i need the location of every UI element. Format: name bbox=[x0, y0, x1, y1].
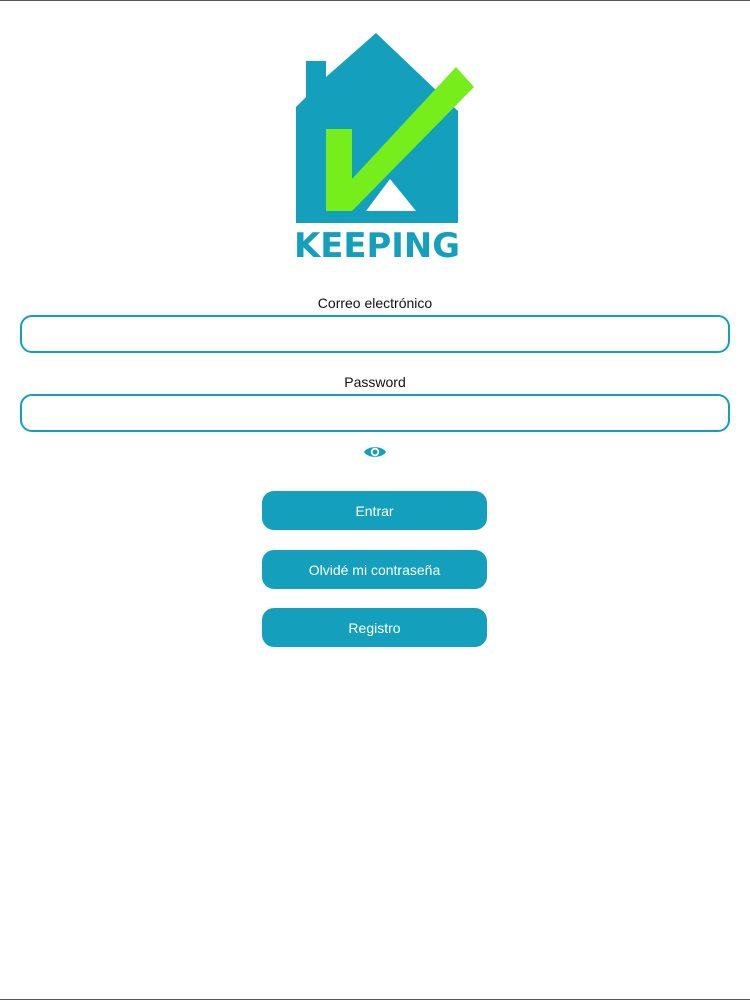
brand-wordmark: KEEPING bbox=[294, 226, 460, 265]
password-field[interactable] bbox=[20, 394, 730, 432]
register-button[interactable]: Registro bbox=[262, 608, 487, 647]
show-password-toggle[interactable] bbox=[363, 444, 387, 460]
email-label: Correo electrónico bbox=[317, 295, 433, 311]
keeping-logo: KEEPING bbox=[290, 29, 480, 265]
forgot-password-button[interactable]: Olvidé mi contraseña bbox=[262, 550, 487, 589]
login-button[interactable]: Entrar bbox=[262, 491, 487, 530]
password-label: Password bbox=[344, 374, 406, 390]
email-field[interactable] bbox=[20, 315, 730, 353]
eye-icon bbox=[364, 447, 386, 457]
